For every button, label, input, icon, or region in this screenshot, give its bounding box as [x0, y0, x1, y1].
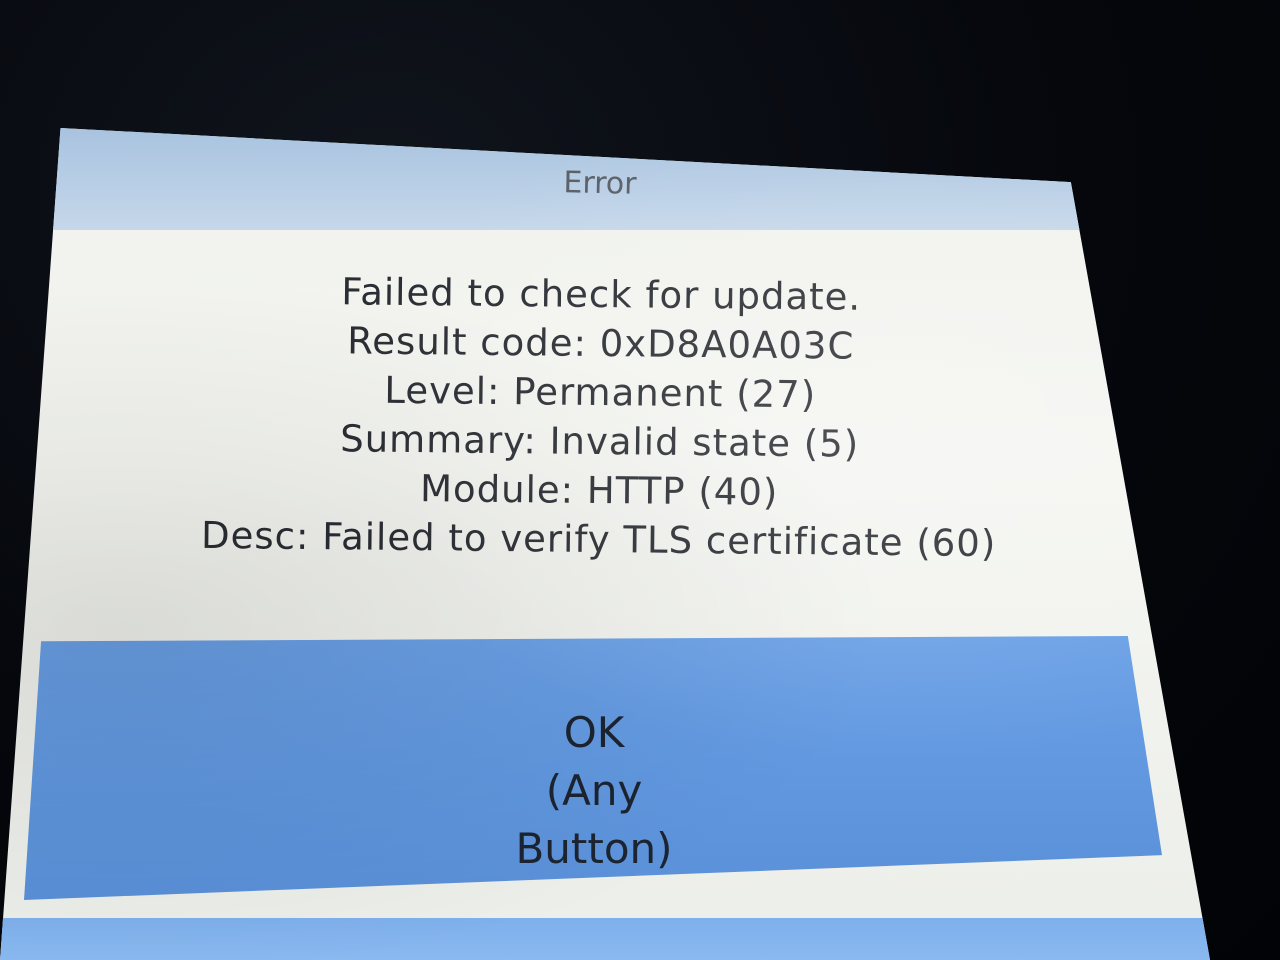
ok-button[interactable]: OK (Any Button) — [24, 636, 1162, 900]
ok-button-hint: (Any Button) — [515, 766, 673, 873]
message-line-description: Desc: Failed to verify TLS certificate (… — [200, 513, 997, 566]
error-message: Failed to check for update. Result code:… — [78, 265, 1121, 570]
ok-button-label-group: OK (Any Button) — [484, 704, 704, 878]
error-dialog: Error Failed to check for update. Result… — [0, 128, 1210, 960]
ok-button-label: OK — [563, 708, 625, 757]
bottom-strip — [0, 918, 1210, 960]
